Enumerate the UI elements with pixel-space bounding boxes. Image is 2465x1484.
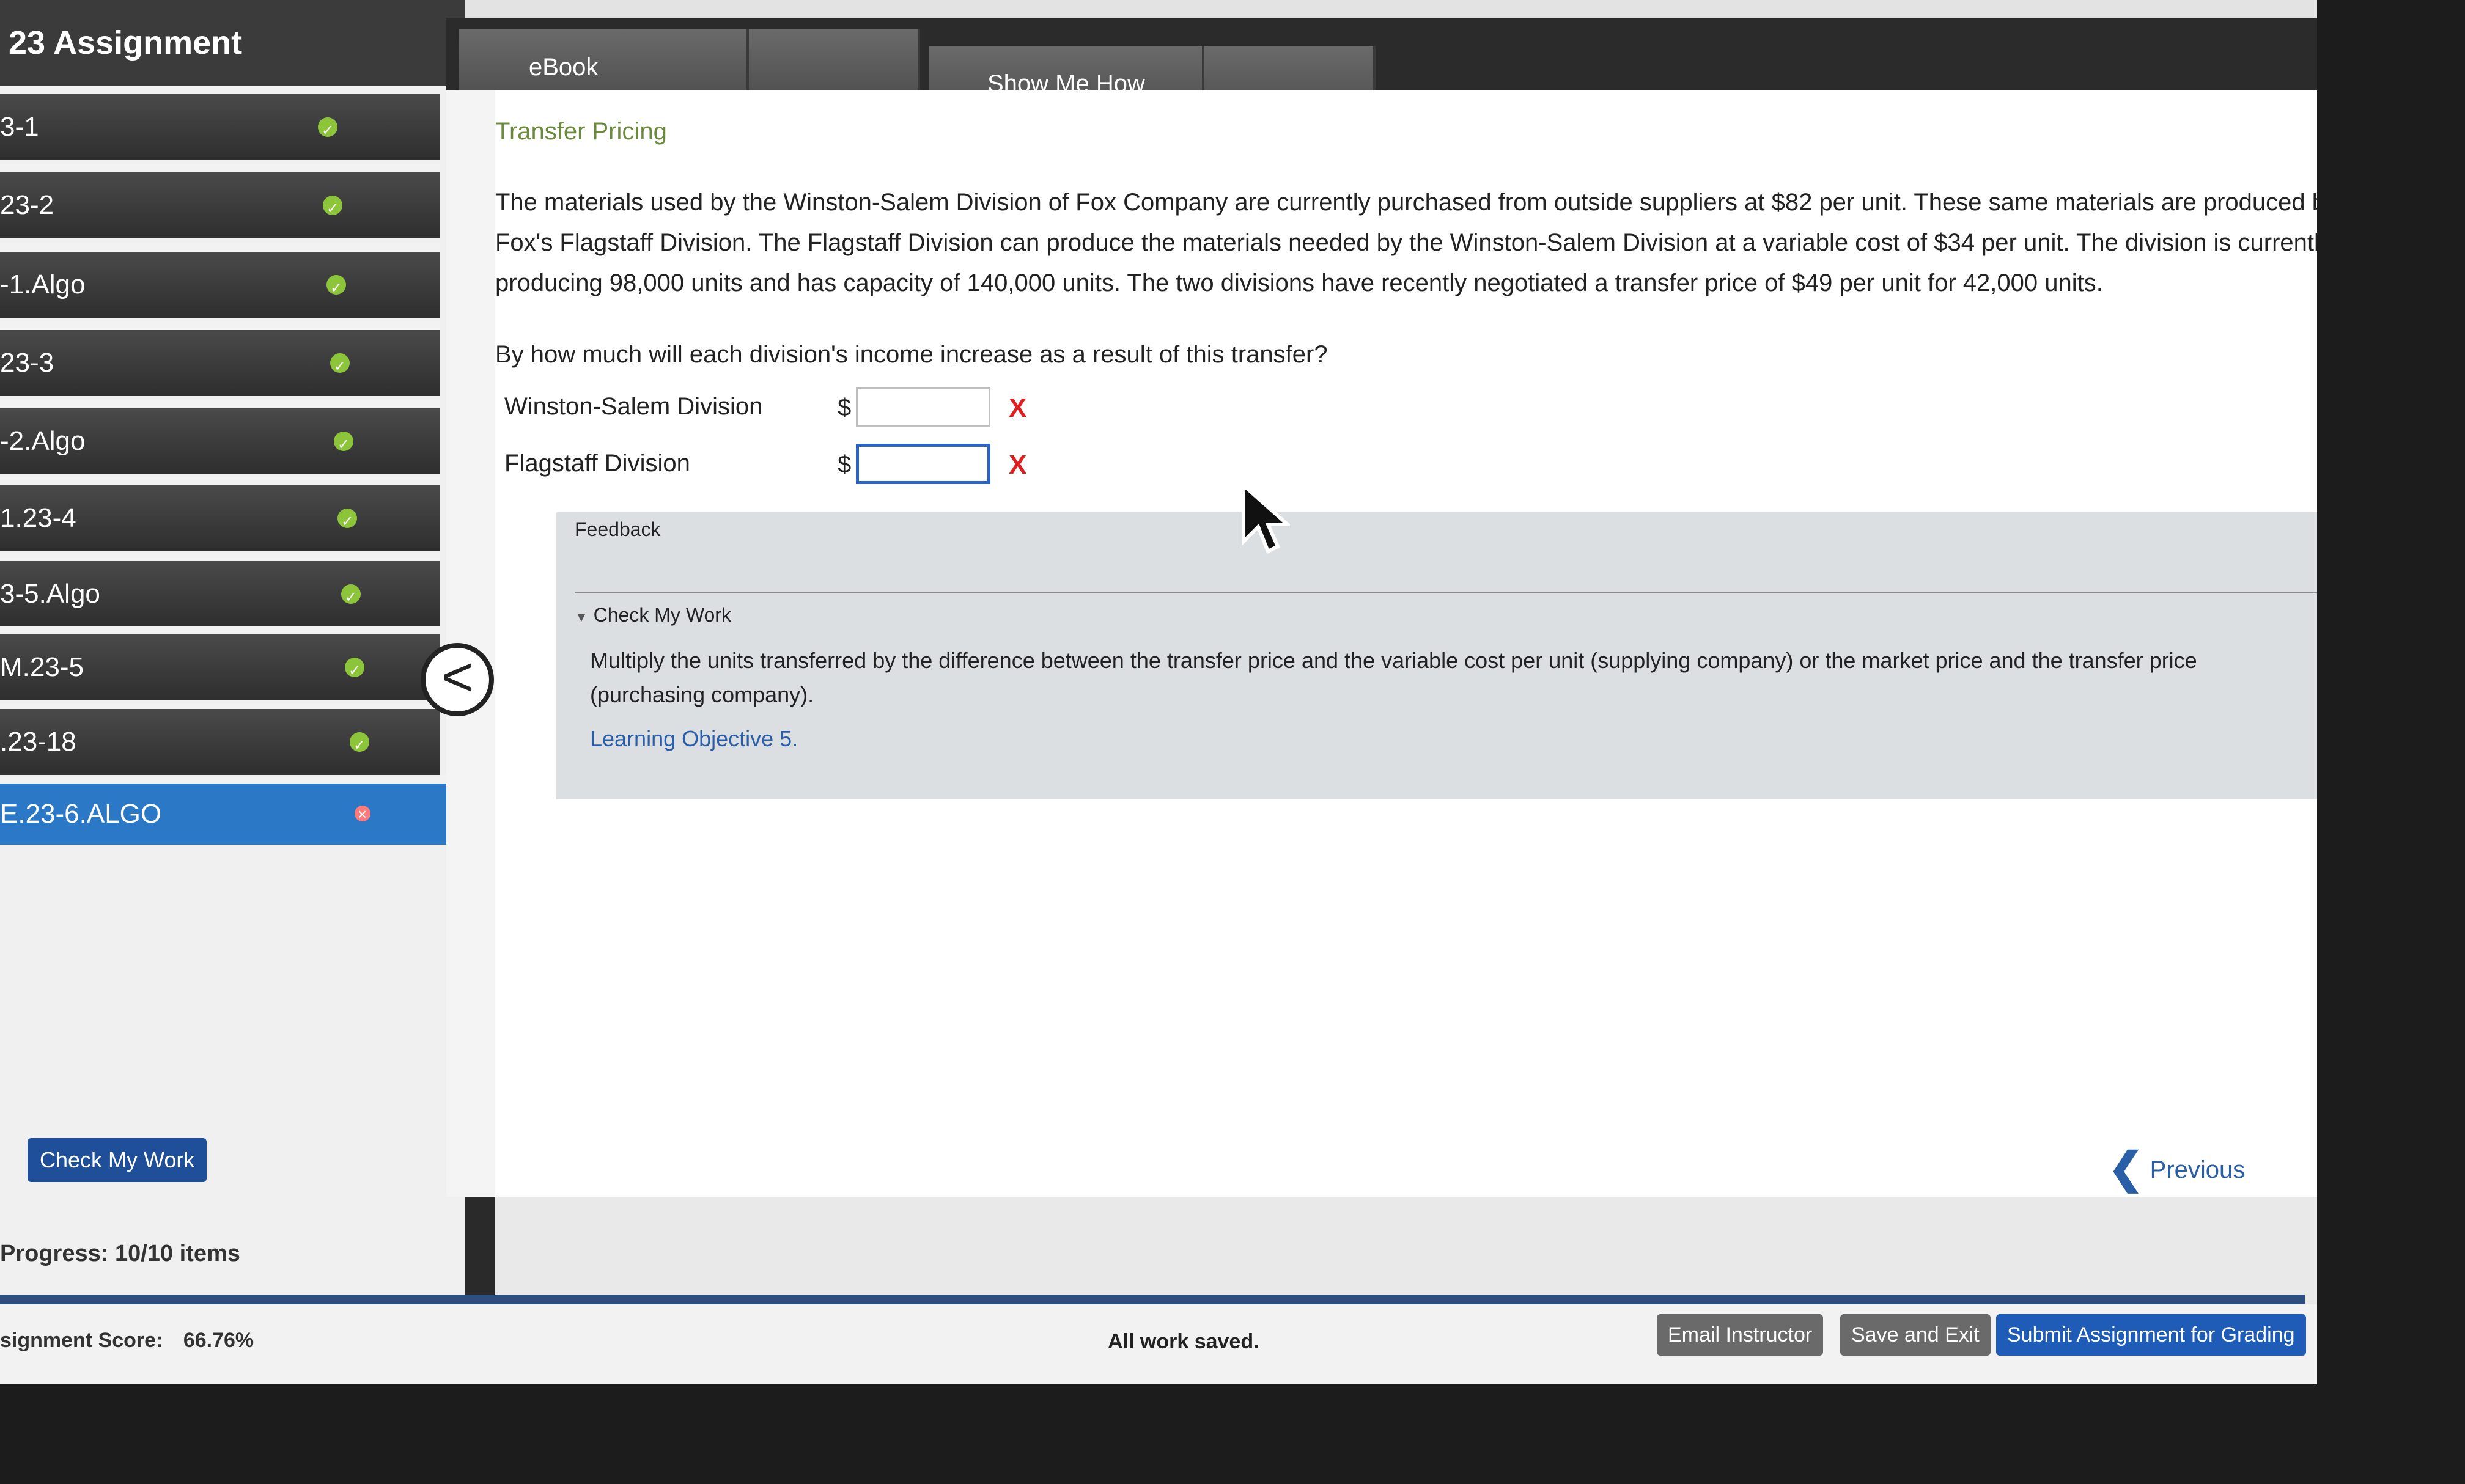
sidebar-item[interactable]: 3-5.Algo: [0, 553, 440, 631]
triangle-down-icon: ▼: [575, 609, 588, 625]
feedback-check-label: Check My Work: [593, 604, 731, 626]
complete-check-icon: [337, 489, 357, 555]
sidebar-item[interactable]: .23-18: [0, 700, 440, 779]
sidebar: 23 Assignment 3-1 23-2 -1.Algo 23-3 -2.A…: [0, 0, 465, 1302]
previous-button[interactable]: ❮ Previous: [2108, 1143, 2245, 1193]
complete-check-icon: [318, 98, 337, 164]
incorrect-x-icon: [355, 784, 370, 845]
feedback-hint: Multiply the units transferred by the di…: [590, 648, 2197, 707]
incorrect-x-icon: X: [1009, 450, 1027, 480]
complete-check-icon: [323, 176, 342, 242]
progress-label: Progress:: [0, 1241, 109, 1266]
save-status: All work saved.: [1108, 1330, 1259, 1353]
feedback-heading: Feedback: [575, 518, 661, 540]
sidebar-item-label: 1.23-4: [0, 503, 76, 533]
sidebar-item-label: E.23-6.ALGO: [0, 799, 162, 829]
sidebar-item-label: 23-2: [0, 190, 54, 220]
complete-check-icon: [334, 412, 353, 478]
sidebar-item-label: 23-3: [0, 348, 54, 378]
answer-row-flagstaff: Flagstaff Division $ X: [495, 444, 1107, 493]
sidebar-item[interactable]: -2.Algo: [0, 400, 440, 478]
previous-label: Previous: [2150, 1156, 2246, 1183]
flagstaff-income-input[interactable]: [856, 444, 990, 484]
section-title: Transfer Pricing: [495, 118, 667, 145]
sidebar-item[interactable]: -1.Algo: [0, 243, 440, 321]
complete-check-icon: [345, 638, 364, 704]
incorrect-x-icon: X: [1009, 393, 1027, 423]
sidebar-item-label: 3-1: [0, 112, 39, 142]
collapse-sidebar-button[interactable]: <: [421, 643, 494, 716]
assignment-title: 23 Assignment: [0, 0, 465, 86]
sidebar-item[interactable]: 23-3: [0, 321, 440, 400]
complete-check-icon: [341, 565, 361, 631]
mouse-pointer-icon: [1242, 483, 1290, 554]
feedback-check-toggle[interactable]: ▼ Check My Work: [575, 604, 731, 626]
question-content: Transfer Pricing The materials used by t…: [495, 90, 2317, 1197]
sidebar-item-active[interactable]: E.23-6.ALGO: [0, 775, 462, 845]
currency-symbol: $: [838, 394, 852, 421]
progress-indicator: Progress: 10/10 items: [0, 1241, 240, 1267]
sidebar-item[interactable]: 1.23-4: [0, 477, 440, 555]
sidebar-item-label: 3-5.Algo: [0, 579, 100, 609]
complete-check-icon: [326, 255, 346, 321]
sidebar-item[interactable]: M.23-5: [0, 626, 440, 704]
winston-salem-income-input[interactable]: [856, 387, 990, 427]
email-instructor-button[interactable]: Email Instructor: [1657, 1314, 1824, 1356]
sidebar-item-label: .23-18: [0, 727, 76, 757]
footer-bar: signment Score: 66.76% All work saved. E…: [0, 1304, 2317, 1384]
chevron-left-icon: ❮: [2108, 1144, 2144, 1192]
answer-row-winston-salem: Winston-Salem Division $ X: [495, 387, 1107, 436]
answer-label: Flagstaff Division: [504, 450, 690, 477]
save-and-exit-button[interactable]: Save and Exit: [1840, 1314, 1991, 1356]
app-window: 23 Assignment 3-1 23-2 -1.Algo 23-3 -2.A…: [0, 0, 2317, 1384]
sidebar-item[interactable]: 23-2: [0, 164, 440, 242]
footer-divider: [0, 1295, 2305, 1304]
progress-value: 10/10 items: [114, 1241, 240, 1266]
learning-objective-link[interactable]: Learning Objective 5.: [590, 726, 798, 752]
complete-check-icon: [350, 713, 369, 779]
check-my-work-button[interactable]: Check My Work: [28, 1138, 207, 1182]
feedback-divider: [575, 592, 2317, 593]
submit-assignment-button[interactable]: Submit Assignment for Grading: [1996, 1314, 2306, 1356]
sidebar-item-label: -1.Algo: [0, 270, 86, 299]
assignment-score: signment Score: 66.76%: [0, 1329, 254, 1353]
sidebar-item[interactable]: 3-1: [0, 86, 440, 164]
main-panel: Transfer Pricing The materials used by t…: [446, 90, 2317, 1197]
question-text: By how much will each division's income …: [495, 341, 1328, 368]
feedback-panel: Feedback ▼ Check My Work Multiply the un…: [556, 512, 2317, 799]
score-value: 66.76%: [183, 1329, 254, 1352]
sidebar-item-label: -2.Algo: [0, 426, 86, 456]
answer-label: Winston-Salem Division: [504, 393, 763, 420]
sidebar-item-label: M.23-5: [0, 652, 84, 682]
complete-check-icon: [330, 334, 350, 400]
currency-symbol: $: [838, 451, 852, 478]
score-label: signment Score:: [0, 1329, 163, 1352]
problem-text: The materials used by the Winston-Salem …: [495, 189, 2317, 296]
